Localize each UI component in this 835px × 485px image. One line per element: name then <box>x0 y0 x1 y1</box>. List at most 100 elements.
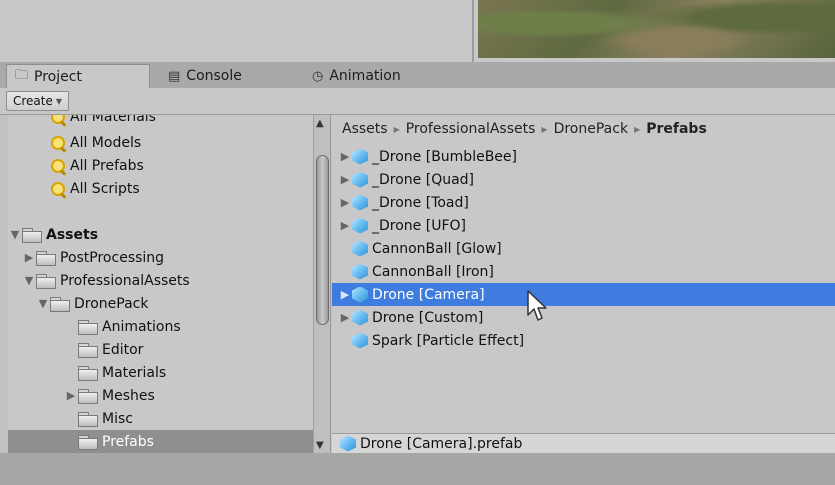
tab-console[interactable]: ▤ Console <box>160 64 250 88</box>
tab-label: Project <box>34 68 82 85</box>
asset-label: CannonBall [Glow] <box>372 240 502 257</box>
expand-right-icon[interactable]: ▶ <box>338 150 352 163</box>
tree-item-label: Prefabs <box>102 433 154 450</box>
prefab-icon <box>352 286 368 303</box>
tab-label: Console <box>186 68 242 84</box>
folder-icon <box>22 227 42 243</box>
asset-row[interactable]: ▶ _Drone [Quad] <box>332 168 835 191</box>
folder-icon <box>78 319 98 335</box>
expand-right-icon[interactable]: ▶ <box>338 288 352 301</box>
asset-row[interactable]: ▶ _Drone [BumbleBee] <box>332 145 835 168</box>
tree-item-label: DronePack <box>74 295 149 312</box>
selected-file-label: Drone [Camera].prefab <box>360 435 523 452</box>
breadcrumb-separator-icon: ▶ <box>393 124 400 134</box>
prefab-icon <box>352 194 368 211</box>
favorite-label: All Models <box>70 134 142 151</box>
create-button[interactable]: Create ▼ <box>6 91 70 111</box>
breadcrumb-item-professionalassets[interactable]: ProfessionalAssets <box>406 121 536 137</box>
chevron-down-icon: ▼ <box>55 96 63 106</box>
asset-label: _Drone [BumbleBee] <box>372 148 517 165</box>
tree-item-label: Assets <box>46 226 99 243</box>
scroll-down-icon[interactable]: ▼ <box>316 440 324 451</box>
folder-icon: 🗀 <box>15 67 29 83</box>
tree-item-animations[interactable]: Animations <box>8 315 313 338</box>
breadcrumb-item-assets[interactable]: Assets <box>342 121 388 137</box>
tree-item-label: ProfessionalAssets <box>60 272 190 289</box>
folder-icon <box>36 273 56 289</box>
tree-item-professionalassets[interactable]: ▼ ProfessionalAssets <box>8 269 313 292</box>
expand-down-icon[interactable]: ▼ <box>8 228 22 241</box>
prefab-icon <box>352 263 368 280</box>
breadcrumb-current[interactable]: Prefabs <box>646 121 707 137</box>
tree-item-prefabs[interactable]: Prefabs <box>8 430 313 453</box>
project-toolbar: Create ▼ <box>0 88 835 115</box>
favorite-all-scripts[interactable]: All Scripts <box>8 177 313 200</box>
asset-label: Drone [Camera] <box>372 286 485 303</box>
asset-label: _Drone [Toad] <box>372 194 469 211</box>
asset-label: _Drone [Quad] <box>372 171 475 188</box>
scroll-up-icon[interactable]: ▲ <box>316 118 324 129</box>
folder-icon <box>50 296 70 312</box>
tree-item-label: Meshes <box>102 387 155 404</box>
asset-list-panel: Assets ▶ ProfessionalAssets ▶ DronePack … <box>332 115 835 433</box>
favorite-all-models[interactable]: All Models <box>8 131 313 154</box>
tab-project[interactable]: 🗀 Project <box>6 64 150 88</box>
mouse-cursor-icon <box>527 290 547 321</box>
breadcrumb-item-dronepack[interactable]: DronePack <box>554 121 628 137</box>
prefab-icon <box>352 171 368 188</box>
prefab-icon <box>352 309 368 326</box>
expand-right-icon[interactable]: ▶ <box>22 251 36 264</box>
expand-right-icon[interactable]: ▶ <box>338 311 352 324</box>
tree-item-postprocessing[interactable]: ▶ PostProcessing <box>8 246 313 269</box>
prefab-icon <box>352 332 368 349</box>
expand-right-icon[interactable]: ▶ <box>338 173 352 186</box>
favorite-label: All Scripts <box>70 180 140 197</box>
expand-down-icon[interactable]: ▼ <box>36 297 50 310</box>
status-strip <box>0 453 835 485</box>
search-icon <box>50 181 66 197</box>
expand-right-icon[interactable]: ▶ <box>338 196 352 209</box>
folder-icon <box>78 434 98 450</box>
search-icon <box>50 158 66 174</box>
tab-animation[interactable]: ◷ Animation <box>304 64 409 88</box>
selected-asset-path-bar: Drone [Camera].prefab <box>332 433 835 453</box>
asset-row[interactable]: ▶ Drone [Custom] <box>332 306 835 329</box>
expand-down-icon[interactable]: ▼ <box>22 274 36 287</box>
tab-label: Animation <box>329 68 401 84</box>
favorite-all-materials[interactable]: All Materials <box>8 115 313 128</box>
tree-item-misc[interactable]: Misc <box>8 407 313 430</box>
asset-row[interactable]: ▶ _Drone [Toad] <box>332 191 835 214</box>
tree-item-assets[interactable]: ▼ Assets <box>8 223 313 246</box>
favorite-all-prefabs[interactable]: All Prefabs <box>8 154 313 177</box>
prefab-icon <box>352 148 368 165</box>
favorite-label: All Materials <box>70 115 156 125</box>
search-icon <box>50 135 66 151</box>
scene-view-strip <box>0 0 835 62</box>
tree-item-meshes[interactable]: ▶ Meshes <box>8 384 313 407</box>
console-icon: ▤ <box>168 68 181 84</box>
folder-icon <box>36 250 56 266</box>
asset-label: Spark [Particle Effect] <box>372 332 525 349</box>
expand-right-icon[interactable]: ▶ <box>64 389 78 402</box>
folder-icon <box>78 342 98 358</box>
asset-row-selected[interactable]: ▶ Drone [Camera] <box>332 283 835 306</box>
asset-row[interactable]: Spark [Particle Effect] <box>332 329 835 352</box>
panel-divider <box>472 0 474 62</box>
tree-item-materials[interactable]: Materials <box>8 361 313 384</box>
clock-icon: ◷ <box>312 68 324 84</box>
asset-row[interactable]: ▶ _Drone [UFO] <box>332 214 835 237</box>
tree-item-dronepack[interactable]: ▼ DronePack <box>8 292 313 315</box>
folder-tree: All Materials All Models All Prefabs All… <box>8 115 313 453</box>
expand-right-icon[interactable]: ▶ <box>338 219 352 232</box>
tree-item-label: PostProcessing <box>60 249 165 266</box>
asset-row[interactable]: CannonBall [Iron] <box>332 260 835 283</box>
scrollbar-thumb[interactable] <box>316 155 329 325</box>
asset-row[interactable]: CannonBall [Glow] <box>332 237 835 260</box>
create-button-label: Create <box>13 94 53 108</box>
scene-viewport[interactable] <box>478 0 835 58</box>
tree-item-label: Materials <box>102 364 167 381</box>
asset-label: CannonBall [Iron] <box>372 263 494 280</box>
tree-item-editor[interactable]: Editor <box>8 338 313 361</box>
folder-icon <box>78 411 98 427</box>
tree-scrollbar[interactable]: ▲ ▼ <box>313 115 331 453</box>
